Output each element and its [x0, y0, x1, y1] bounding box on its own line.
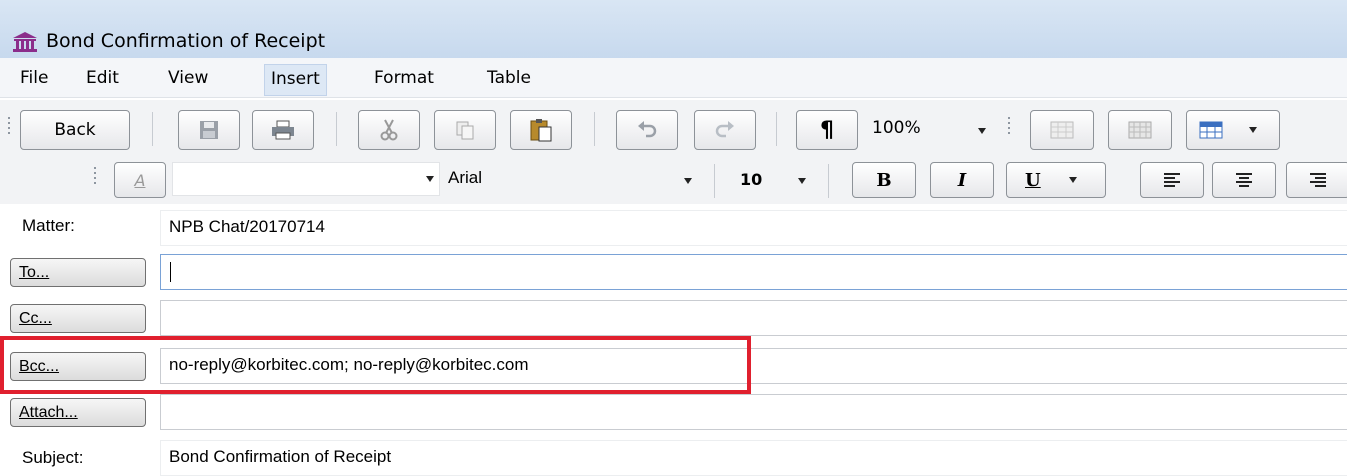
pilcrow-icon: ¶: [820, 117, 834, 143]
menu-format[interactable]: Format: [368, 64, 440, 94]
grid-button[interactable]: [1108, 110, 1172, 150]
font-dropdown-icon[interactable]: [684, 178, 692, 184]
align-right-button[interactable]: [1286, 162, 1347, 198]
align-left-button[interactable]: [1140, 162, 1204, 198]
to-button-label: To...: [19, 264, 50, 281]
matter-field[interactable]: NPB Chat/20170714: [160, 210, 1347, 246]
toolbar-separator: [594, 112, 595, 146]
to-field[interactable]: [160, 254, 1347, 290]
font-size-dropdown-icon[interactable]: [798, 178, 806, 184]
scissors-icon: [380, 119, 398, 141]
paste-icon: [530, 119, 552, 142]
back-button[interactable]: Back: [20, 110, 130, 150]
bold-icon: B: [876, 169, 892, 191]
cc-field[interactable]: [160, 300, 1347, 336]
zoom-dropdown-icon[interactable]: [978, 128, 986, 134]
align-center-button[interactable]: [1212, 162, 1276, 198]
menu-file[interactable]: File: [14, 64, 54, 94]
title-bar: Bond Confirmation of Receipt: [0, 0, 1347, 58]
underline-icon: U: [1025, 169, 1041, 191]
toolbar-grip[interactable]: [8, 114, 12, 137]
underline-button[interactable]: U: [1006, 162, 1106, 198]
menu-view[interactable]: View: [162, 64, 214, 94]
underline-dropdown-icon[interactable]: [1069, 177, 1077, 183]
text-style-icon: A: [134, 170, 146, 190]
style-dropdown-icon[interactable]: [426, 176, 434, 182]
italic-button[interactable]: I: [930, 162, 994, 198]
subject-label: Subject:: [22, 448, 84, 467]
menu-table[interactable]: Table: [481, 64, 537, 94]
italic-icon: I: [957, 169, 967, 191]
table-insert-button[interactable]: [1030, 110, 1094, 150]
window-title: Bond Confirmation of Receipt: [46, 30, 326, 52]
matter-label: Matter:: [22, 216, 75, 235]
style-button[interactable]: A: [114, 162, 166, 198]
menu-insert[interactable]: Insert: [264, 64, 327, 96]
back-label: Back: [54, 120, 96, 140]
toolbar-separator: [776, 112, 777, 146]
printer-icon: [272, 120, 294, 140]
align-left-icon: [1164, 173, 1180, 187]
menu-bar: File Edit View Insert Format Table: [0, 58, 1347, 98]
font-name-select[interactable]: Arial: [448, 168, 482, 188]
table-style-button[interactable]: [1186, 110, 1280, 150]
bcc-highlight-box: [0, 336, 751, 394]
table-style-dropdown-icon[interactable]: [1249, 127, 1257, 133]
menu-edit[interactable]: Edit: [80, 64, 125, 94]
undo-button[interactable]: [616, 110, 678, 150]
toolbar-grip[interactable]: [94, 164, 98, 187]
bold-button[interactable]: B: [852, 162, 916, 198]
copy-button[interactable]: [434, 110, 496, 150]
align-center-icon: [1236, 173, 1252, 187]
attach-field[interactable]: [160, 394, 1347, 430]
toolbar-separator: [336, 112, 337, 146]
save-icon: [200, 121, 218, 139]
standard-toolbar: Back ¶ 100%: [0, 100, 1347, 158]
redo-button[interactable]: [694, 110, 756, 150]
cut-button[interactable]: [358, 110, 420, 150]
undo-icon: [638, 121, 657, 138]
table-icon: [1050, 121, 1074, 139]
redo-icon: [715, 121, 734, 138]
cc-button-label: Cc...: [19, 310, 52, 327]
toolbar-separator: [828, 164, 829, 198]
to-button[interactable]: To...: [10, 258, 146, 287]
font-size-select[interactable]: 10: [740, 170, 762, 189]
cc-button[interactable]: Cc...: [10, 304, 146, 333]
institution-icon: [13, 32, 37, 52]
paste-button[interactable]: [510, 110, 572, 150]
style-select[interactable]: [172, 162, 440, 196]
copy-icon: [456, 121, 474, 140]
align-right-icon: [1310, 173, 1326, 187]
zoom-select[interactable]: 100%: [872, 118, 921, 138]
toolbar-separator: [714, 164, 715, 198]
formatting-toolbar: A Arial 10 B I U: [0, 158, 1347, 204]
show-formatting-button[interactable]: ¶: [796, 110, 858, 150]
text-cursor: [170, 262, 171, 282]
attach-button-label: Attach...: [19, 404, 78, 421]
print-button[interactable]: [252, 110, 314, 150]
save-button[interactable]: [178, 110, 240, 150]
colored-table-icon: [1199, 121, 1223, 139]
grid-icon: [1128, 121, 1152, 139]
toolbar-grip[interactable]: [1008, 114, 1012, 137]
attach-button[interactable]: Attach...: [10, 398, 146, 427]
toolbar-separator: [152, 112, 153, 146]
